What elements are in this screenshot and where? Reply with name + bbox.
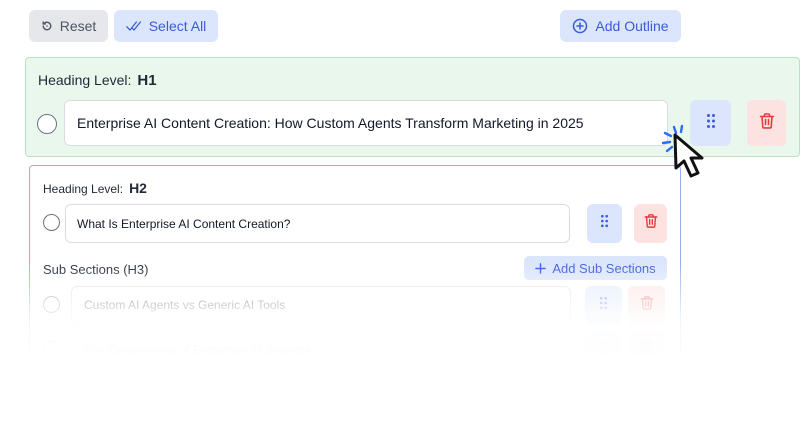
heading-level-label: Heading Level: — [38, 72, 132, 88]
h2-drag-handle[interactable] — [587, 204, 622, 243]
add-sub-sections-button[interactable]: Add Sub Sections — [524, 256, 667, 280]
sub-sections-label: Sub Sections (H3) — [43, 262, 149, 277]
h2-select-radio[interactable] — [43, 214, 60, 231]
trash-icon — [758, 112, 776, 135]
pointer-cursor-icon — [660, 120, 730, 190]
reset-label: Reset — [59, 18, 97, 34]
sub-section-title-input[interactable]: Key Components of Enterprise AI Systems — [71, 331, 571, 369]
sub-section-title-text: Key Components of Enterprise AI Systems — [84, 343, 311, 357]
heading-level-value: H2 — [129, 180, 147, 196]
drag-handle-icon — [599, 341, 608, 360]
h1-title-text: Enterprise AI Content Creation: How Cust… — [77, 115, 584, 131]
h2-heading-level: Heading Level: H2 — [43, 180, 147, 196]
select-all-label: Select All — [148, 18, 207, 34]
h2-section-card: Heading Level: H2 What Is Enterprise AI C… — [29, 165, 681, 385]
double-check-icon — [125, 20, 142, 32]
reset-button[interactable]: Reset — [29, 10, 108, 42]
rotate-ccw-icon — [41, 20, 53, 32]
sub-section-radio[interactable] — [43, 341, 60, 358]
sub-section-delete-button[interactable] — [628, 286, 665, 324]
add-outline-label: Add Outline — [595, 18, 669, 34]
h1-heading-level: Heading Level: H1 — [38, 72, 157, 89]
plus-icon — [535, 262, 547, 274]
drag-handle-icon — [600, 214, 609, 233]
h1-select-radio[interactable] — [37, 114, 57, 134]
trash-icon — [639, 295, 655, 316]
h2-title-input[interactable]: What Is Enterprise AI Content Creation? — [65, 204, 570, 243]
h1-title-input[interactable]: Enterprise AI Content Creation: How Cust… — [64, 100, 668, 146]
plus-circle-icon — [572, 18, 588, 34]
add-outline-button[interactable]: Add Outline — [560, 10, 681, 42]
heading-level-label: Heading Level: — [43, 182, 124, 196]
sub-section-title-input[interactable]: Custom AI Agents vs Generic AI Tools — [71, 286, 571, 324]
select-all-button[interactable]: Select All — [114, 10, 218, 42]
h2-title-text: What Is Enterprise AI Content Creation? — [77, 216, 291, 231]
sub-section-drag-handle[interactable] — [585, 331, 622, 369]
add-sub-sections-label: Add Sub Sections — [552, 260, 656, 276]
h2-delete-button[interactable] — [634, 204, 667, 243]
sub-section-radio[interactable] — [43, 296, 60, 313]
h1-delete-button[interactable] — [747, 100, 786, 146]
sub-section-drag-handle[interactable] — [585, 286, 622, 324]
trash-icon — [639, 340, 655, 361]
sub-section-title-text: Custom AI Agents vs Generic AI Tools — [84, 298, 286, 312]
trash-icon — [643, 213, 659, 234]
heading-level-value: H1 — [137, 72, 157, 89]
drag-handle-icon — [599, 296, 608, 315]
sub-section-delete-button[interactable] — [628, 331, 665, 369]
